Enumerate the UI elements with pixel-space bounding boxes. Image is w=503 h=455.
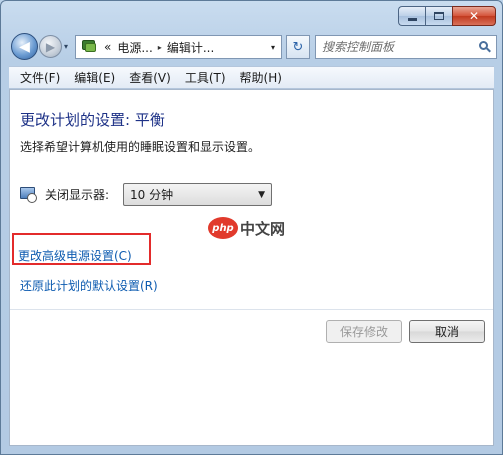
display-off-value: 10 分钟	[130, 188, 174, 202]
recent-pages-button[interactable]: ▾	[64, 42, 68, 51]
window-frame: ✕ ◀ ▶ ▾ « 电源... ▸ 编辑计... ▾ ↻ 搜索控制面板 文件(F…	[0, 0, 503, 455]
forward-button[interactable]: ▶	[39, 35, 62, 58]
maximize-icon	[434, 12, 444, 20]
breadcrumb-power-options[interactable]: 电源...	[117, 39, 152, 56]
minimize-button[interactable]	[398, 6, 425, 26]
menu-bar: 文件(F) 编辑(E) 查看(V) 工具(T) 帮助(H)	[9, 66, 494, 89]
divider	[10, 309, 493, 310]
back-arrow-icon: ◀	[19, 38, 30, 55]
advanced-power-settings-link[interactable]: 更改高级电源设置(C)	[18, 247, 132, 264]
page-title: 更改计划的设置: 平衡	[20, 111, 165, 129]
cancel-button[interactable]: 取消	[409, 320, 485, 343]
display-off-label: 关闭显示器:	[45, 188, 110, 202]
caption-buttons: ✕	[398, 6, 496, 26]
menu-help[interactable]: 帮助(H)	[233, 69, 289, 86]
php-logo: php	[208, 217, 238, 239]
chevron-down-icon: ▾	[64, 42, 69, 51]
monitor-timer-icon	[20, 186, 38, 204]
address-bar[interactable]: « 电源... ▸ 编辑计... ▾	[75, 35, 282, 59]
close-button[interactable]: ✕	[452, 6, 496, 26]
back-button[interactable]: ◀	[11, 33, 38, 60]
display-off-select[interactable]: 10 分钟 ▼	[123, 183, 273, 206]
navigation-bar: ◀ ▶ ▾ « 电源... ▸ 编辑计... ▾ ↻	[9, 32, 497, 62]
refresh-icon: ↻	[292, 39, 304, 55]
content-pane: 更改计划的设置: 平衡 选择希望计算机使用的睡眠设置和显示设置。 关闭显示器: …	[9, 89, 494, 446]
menu-edit[interactable]: 编辑(E)	[67, 69, 122, 86]
search-input[interactable]	[322, 40, 472, 54]
maximize-button[interactable]	[425, 6, 452, 26]
watermark: php 中文网	[208, 217, 285, 239]
menu-tools[interactable]: 工具(T)	[178, 69, 233, 86]
minimize-icon	[407, 17, 417, 21]
menu-view[interactable]: 查看(V)	[122, 69, 178, 86]
close-icon: ✕	[468, 9, 480, 23]
breadcrumb-separator-icon[interactable]: ▸	[158, 43, 162, 52]
display-off-setting: 关闭显示器: 10 分钟 ▼	[20, 183, 273, 206]
watermark-text: 中文网	[240, 219, 286, 238]
restore-defaults-link[interactable]: 还原此计划的默认设置(R)	[20, 277, 158, 294]
address-overflow-chevron[interactable]: «	[104, 40, 111, 54]
search-icon[interactable]	[479, 41, 491, 53]
save-changes-button[interactable]: 保存修改	[326, 320, 402, 343]
page-description: 选择希望计算机使用的睡眠设置和显示设置。	[20, 140, 261, 154]
search-box	[315, 35, 497, 59]
refresh-button[interactable]: ↻	[286, 35, 310, 59]
menu-file[interactable]: 文件(F)	[13, 69, 67, 86]
forward-arrow-icon: ▶	[45, 39, 56, 54]
dropdown-arrow-icon: ▼	[258, 189, 266, 200]
address-dropdown-icon[interactable]: ▾	[265, 36, 281, 58]
control-panel-icon	[80, 39, 98, 55]
breadcrumb-edit-plan[interactable]: 编辑计...	[167, 39, 214, 56]
